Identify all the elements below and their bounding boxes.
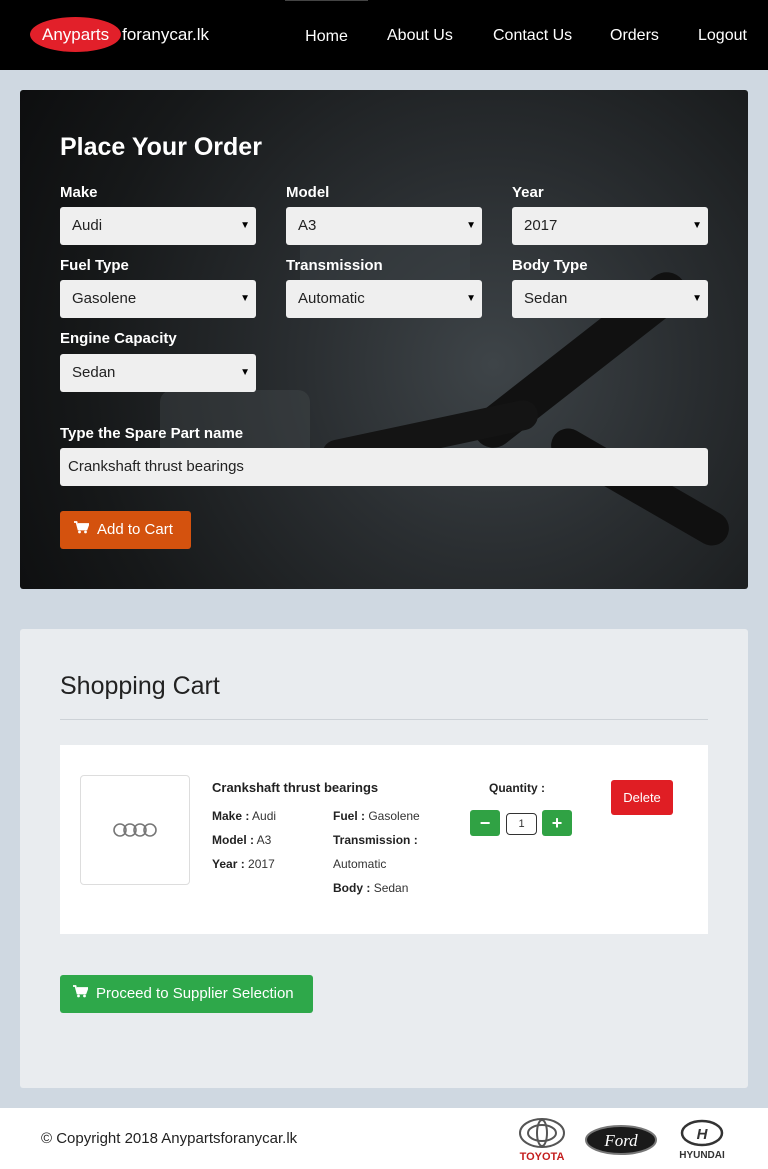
fuel-type-select[interactable]: Gasolene ▼ (60, 280, 256, 318)
hyundai-logo: H HYUNDAI (672, 1118, 732, 1165)
add-to-cart-button[interactable]: Add to Cart (60, 511, 191, 549)
fuel-type-label: Fuel Type (60, 257, 129, 274)
fuel-key: Fuel : (333, 809, 365, 823)
body-key: Body : (333, 881, 371, 895)
quantity-input[interactable]: 1 (506, 813, 537, 835)
caret-down-icon: ▼ (692, 293, 702, 304)
fuel-type-select-value: Gasolene (72, 290, 137, 307)
fuel-value: Gasolene (368, 809, 420, 823)
make-select-value: Audi (72, 217, 103, 234)
model-value: A3 (256, 833, 272, 847)
delete-button[interactable]: Delete (611, 780, 673, 815)
model-select-value: A3 (298, 217, 317, 234)
body-value: Sedan (373, 881, 409, 895)
shopping-cart-icon (73, 975, 89, 1013)
toyota-logo: TOYOTA (515, 1116, 569, 1167)
transmission-value: Automatic (333, 857, 387, 871)
nav-home[interactable]: Home (285, 0, 368, 70)
body-type-select-value: Sedan (524, 290, 568, 307)
caret-down-icon: ▼ (240, 293, 250, 304)
caret-down-icon: ▼ (466, 293, 476, 304)
year-select[interactable]: 2017 ▼ (512, 207, 708, 245)
body-type-label: Body Type (512, 257, 588, 274)
year-label: Year (512, 184, 544, 201)
proceed-to-supplier-button[interactable]: Proceed to Supplier Selection (60, 975, 313, 1013)
model-key: Model : (212, 833, 254, 847)
make-label: Make (60, 184, 98, 201)
caret-down-icon: ▼ (240, 220, 250, 231)
quantity-increase-button[interactable]: + (542, 810, 572, 836)
add-to-cart-label: Add to Cart (97, 521, 173, 538)
footer: © Copyright 2018 Anypartsforanycar.lk TO… (0, 1108, 768, 1169)
item-make: Make : Audi (212, 809, 276, 823)
make-value: Audi (252, 809, 277, 823)
cart-divider (60, 719, 708, 720)
item-body: Body : Sedan (333, 881, 408, 895)
svg-text:Ford: Ford (603, 1131, 638, 1150)
transmission-select-value: Automatic (298, 290, 365, 307)
cart-title: Shopping Cart (60, 672, 220, 700)
caret-down-icon: ▼ (692, 220, 702, 231)
shopping-cart-icon (74, 511, 90, 549)
transmission-key: Transmission : (333, 833, 418, 847)
item-transmission: Transmission : (333, 833, 418, 847)
top-navbar: Anyparts foranycar.lk Home About Us Cont… (0, 0, 768, 70)
spare-part-input[interactable]: Crankshaft thrust bearings (60, 448, 708, 486)
site-logo[interactable]: Anyparts foranycar.lk (30, 17, 209, 52)
engine-background-shape (544, 422, 736, 552)
year-value: 2017 (248, 857, 275, 871)
audi-rings-logo-icon (113, 823, 157, 837)
svg-text:HYUNDAI: HYUNDAI (679, 1150, 725, 1160)
quantity-label: Quantity : (489, 781, 545, 795)
item-fuel: Fuel : Gasolene (333, 809, 420, 823)
caret-down-icon: ▼ (466, 220, 476, 231)
svg-text:TOYOTA: TOYOTA (520, 1151, 565, 1162)
transmission-select[interactable]: Automatic ▼ (286, 280, 482, 318)
model-select[interactable]: A3 ▼ (286, 207, 482, 245)
spare-part-label: Type the Spare Part name (60, 425, 244, 442)
shopping-cart-panel: Shopping Cart Crankshaft thrust bearings… (20, 629, 748, 1088)
make-key: Make : (212, 809, 250, 823)
engine-capacity-label: Engine Capacity (60, 330, 177, 347)
caret-down-icon: ▼ (240, 367, 250, 378)
nav-about-us[interactable]: About Us (387, 0, 453, 70)
nav-orders[interactable]: Orders (610, 0, 659, 70)
cart-item: Crankshaft thrust bearings Make : Audi M… (60, 745, 708, 934)
place-order-panel: Place Your Order Make Model Year Audi ▼ A… (20, 90, 748, 589)
item-model: Model : A3 (212, 833, 271, 847)
body-type-select[interactable]: Sedan ▼ (512, 280, 708, 318)
year-key: Year : (212, 857, 245, 871)
engine-capacity-select[interactable]: Sedan ▼ (60, 354, 256, 392)
transmission-label: Transmission (286, 257, 383, 274)
logo-badge: Anyparts (30, 17, 122, 52)
minus-icon: − (479, 813, 491, 833)
engine-capacity-select-value: Sedan (72, 364, 116, 381)
year-select-value: 2017 (524, 217, 558, 234)
make-select[interactable]: Audi ▼ (60, 207, 256, 245)
logo-text: foranycar.lk (122, 24, 210, 44)
item-year: Year : 2017 (212, 857, 275, 871)
proceed-label: Proceed to Supplier Selection (96, 985, 294, 1002)
copyright-text: © Copyright 2018 Anypartsforanycar.lk (41, 1130, 298, 1147)
item-thumbnail (80, 775, 190, 885)
svg-text:H: H (697, 1126, 709, 1143)
model-label: Model (286, 184, 330, 201)
nav-contact-us[interactable]: Contact Us (493, 0, 572, 70)
nav-logout[interactable]: Logout (698, 0, 747, 70)
quantity-decrease-button[interactable]: − (470, 810, 500, 836)
item-name: Crankshaft thrust bearings (212, 780, 379, 795)
order-form-title: Place Your Order (60, 133, 262, 161)
ford-logo: Ford (584, 1124, 658, 1161)
plus-icon: + (551, 813, 563, 833)
